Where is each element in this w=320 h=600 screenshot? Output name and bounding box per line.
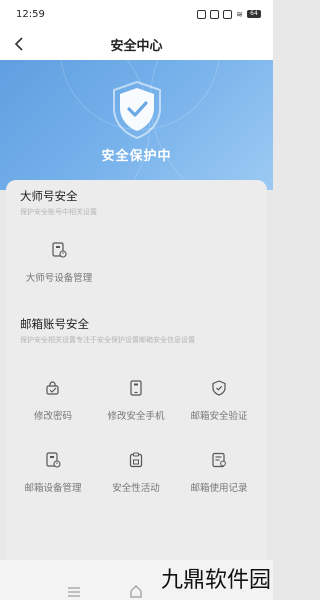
menu-icon[interactable]: [68, 587, 80, 597]
home-icon[interactable]: [129, 584, 143, 598]
hero-title: 安全保护中: [101, 149, 172, 164]
master-section-description: 保护安全账号中相关设置: [20, 208, 97, 216]
item-label: 修改安全手机: [107, 411, 165, 422]
shield-check-icon: [110, 80, 164, 140]
notification-icon: [210, 9, 220, 19]
system-nav-bar: 九鼎软件园: [0, 560, 273, 600]
change-phone-item[interactable]: 修改安全手机: [91, 380, 181, 423]
change-password-item[interactable]: 修改密码: [8, 380, 98, 423]
phone-icon: [130, 380, 142, 396]
clipboard-lock-icon: [129, 452, 143, 468]
mail-section-description: 保护安全相关设置专注于安全保护设置邮箱安全信息设置: [20, 336, 195, 344]
item-label: 修改密码: [33, 411, 72, 422]
mail-device-management-item[interactable]: 邮箱设备管理: [8, 452, 98, 495]
nav-bar: 安全中心: [0, 28, 273, 60]
item-label: 大师号设备管理: [25, 273, 93, 284]
chevron-left-icon: [14, 37, 23, 51]
item-label: 邮箱使用记录: [190, 483, 248, 494]
security-activity-item[interactable]: 安全性活动: [91, 452, 181, 495]
item-label: 安全性活动: [112, 483, 160, 494]
mail-usage-record-item[interactable]: 邮箱使用记录: [174, 452, 264, 495]
status-time: 12:59: [16, 8, 45, 20]
battery-icon: 64: [247, 10, 261, 18]
device-lock-icon: [52, 242, 67, 258]
item-label: 邮箱设备管理: [24, 483, 82, 494]
security-hero: 安全保护中: [0, 60, 273, 190]
password-edit-icon: [46, 381, 59, 395]
page-title: 安全中心: [110, 38, 163, 54]
device-lock-icon: [46, 452, 61, 468]
notification-icon: [197, 9, 207, 19]
security-panel: 大师号安全 保护安全账号中相关设置 大师号设备管理 邮箱账号安全 保护安全相关设…: [6, 180, 267, 560]
back-button[interactable]: [10, 34, 30, 54]
item-label: 邮箱安全验证: [190, 411, 248, 422]
status-icons: ≋ 64: [197, 9, 261, 19]
watermark: 九鼎软件园: [160, 568, 271, 593]
record-icon: [212, 452, 226, 468]
shield-check-icon: [212, 380, 226, 396]
master-section-title: 大师号安全: [20, 189, 78, 203]
wifi-icon: ≋: [236, 9, 243, 19]
mail-verification-item[interactable]: 邮箱安全验证: [174, 380, 264, 423]
status-bar: 12:59 ≋ 64: [0, 0, 273, 28]
master-device-management[interactable]: 大师号设备管理: [14, 242, 104, 285]
notification-icon: [223, 9, 233, 19]
mail-section-title: 邮箱账号安全: [20, 317, 89, 331]
